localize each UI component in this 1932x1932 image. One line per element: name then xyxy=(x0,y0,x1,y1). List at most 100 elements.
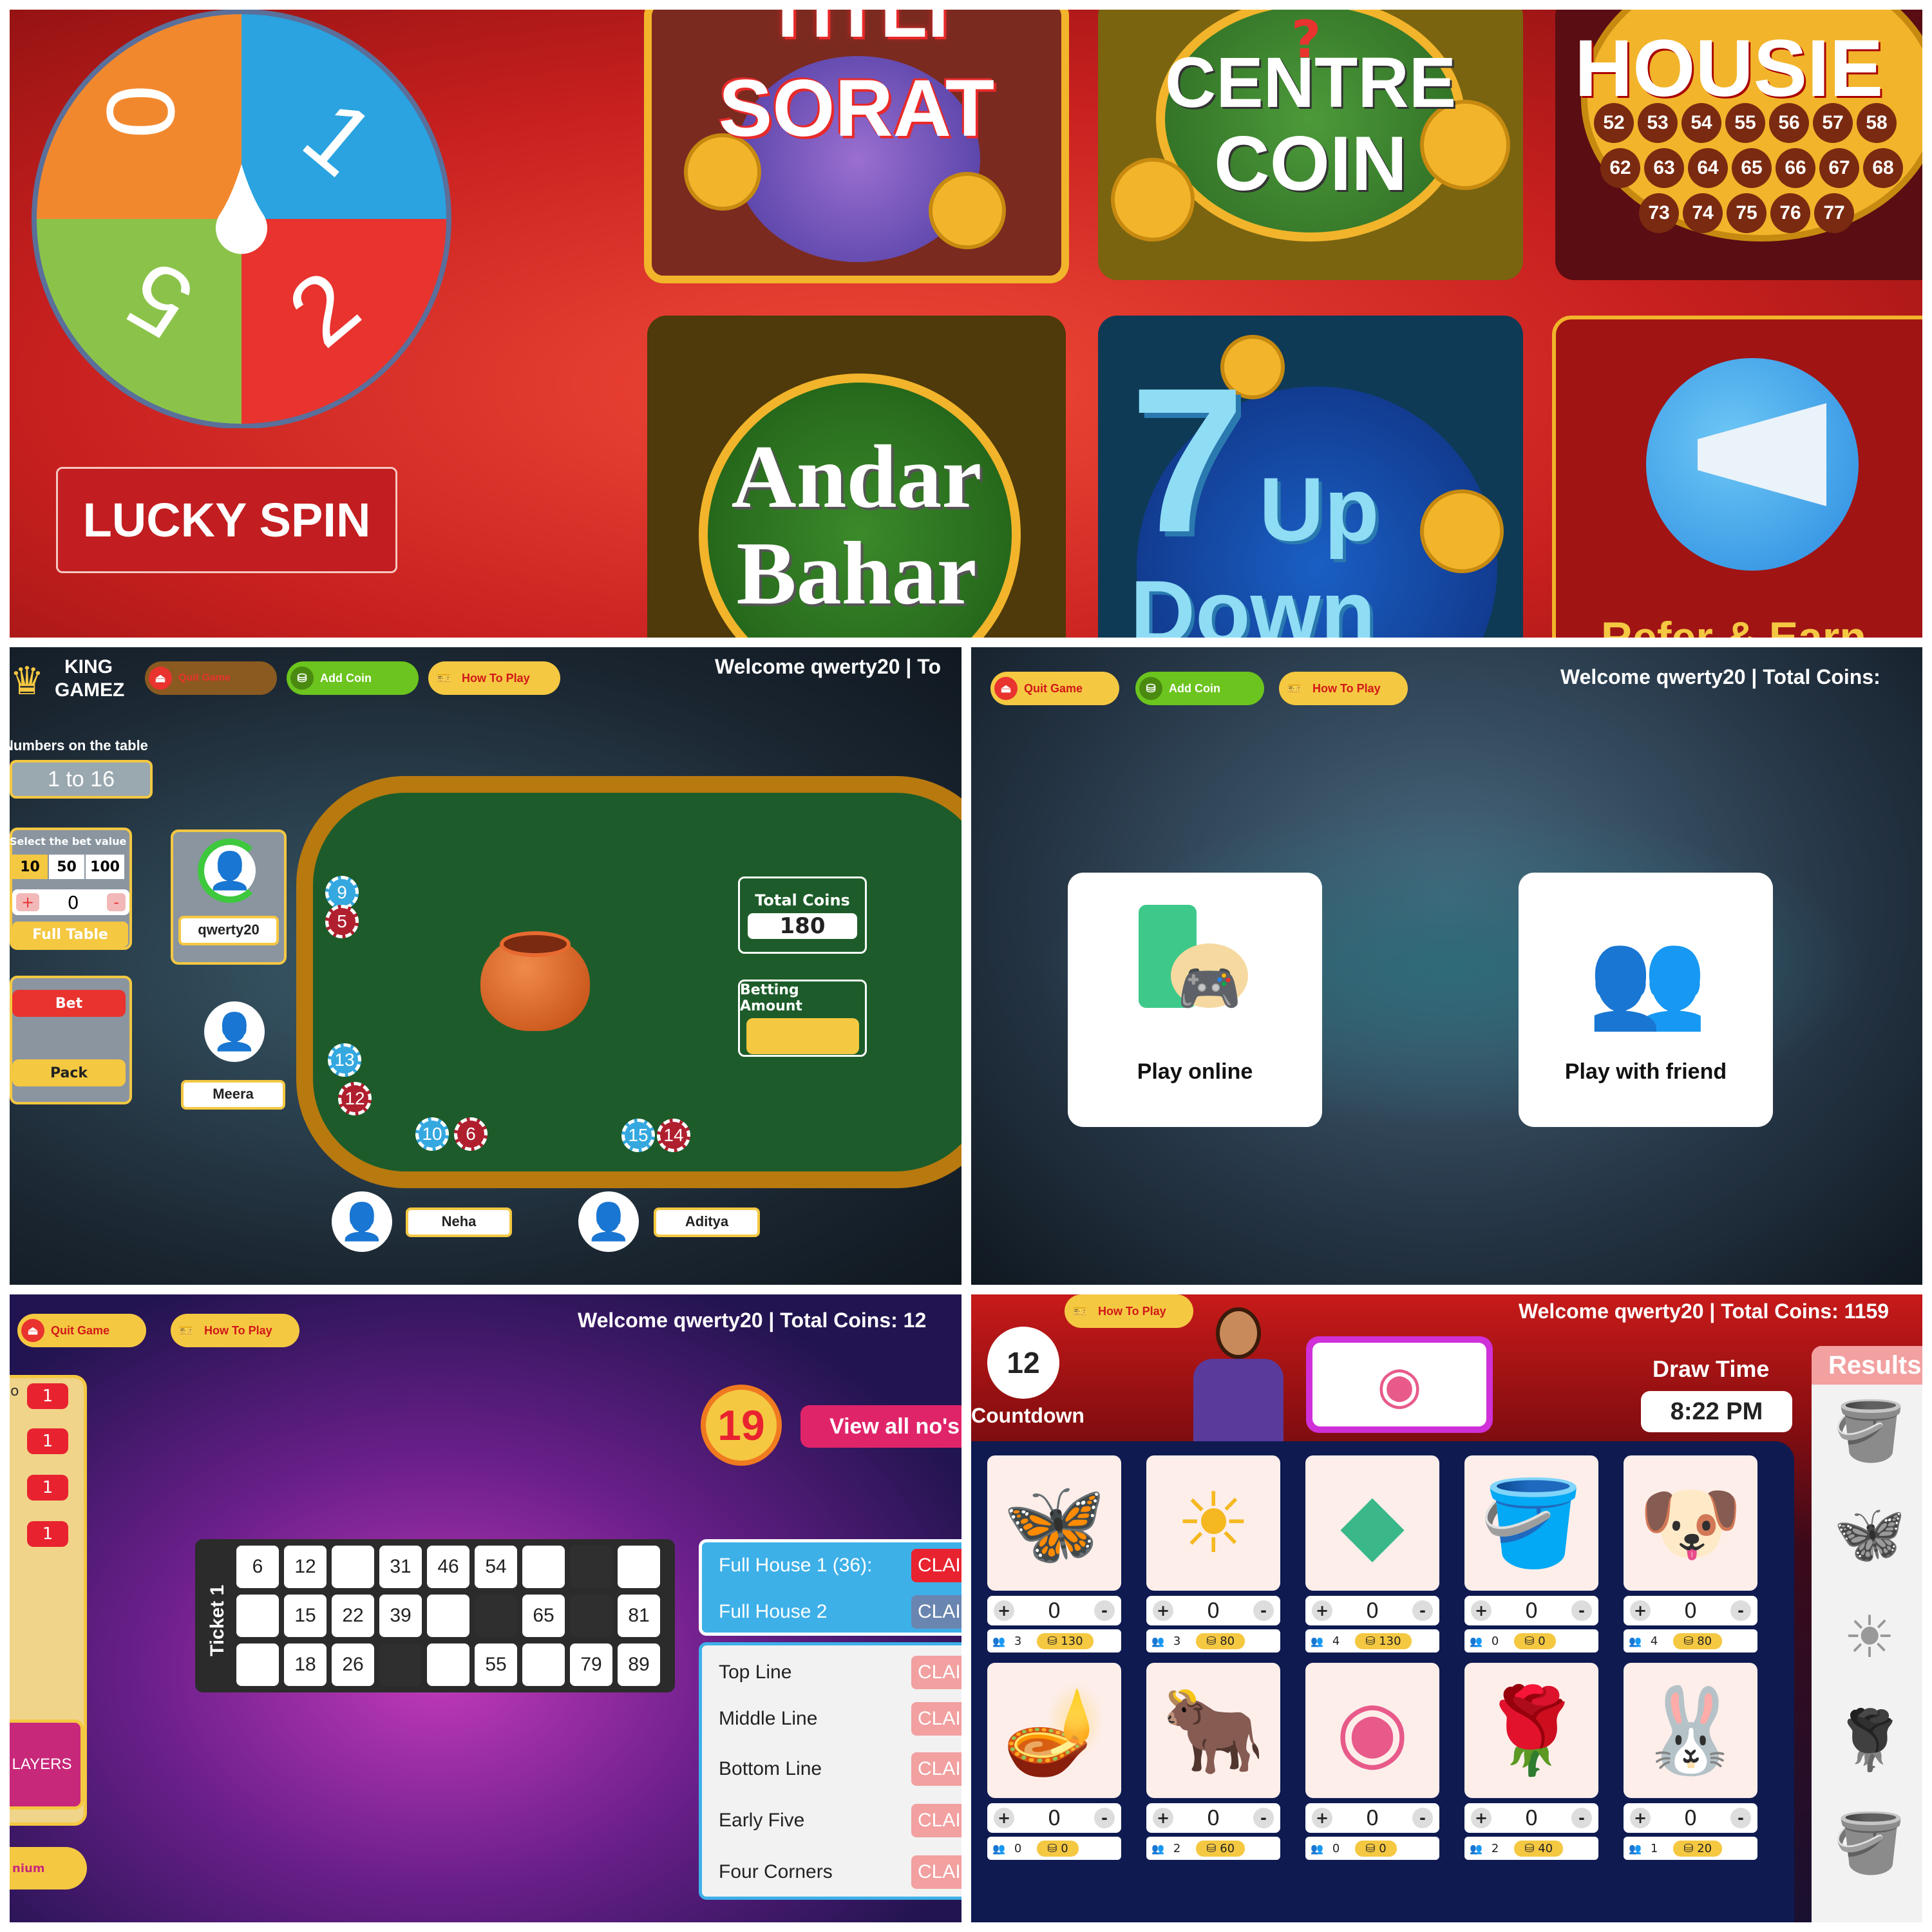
ticket-cell[interactable]: 12 xyxy=(284,1546,327,1588)
item-coins: ⛁ 80 xyxy=(1673,1633,1723,1649)
full-house-1-claim-button[interactable]: CLAIM xyxy=(911,1549,961,1582)
stepper-plus[interactable]: + xyxy=(16,893,40,911)
bet-value-10[interactable]: 10 xyxy=(12,855,48,879)
pack-button[interactable]: Pack xyxy=(12,1059,126,1086)
minus-button[interactable]: - xyxy=(1730,1600,1751,1621)
four-corners-claim-button[interactable]: CLAIM xyxy=(911,1855,961,1889)
ticket-cell[interactable]: 26 xyxy=(332,1643,374,1686)
item-card-rabbit[interactable]: 🐰 xyxy=(1624,1663,1757,1798)
item-card-kite[interactable]: ◆ xyxy=(1305,1455,1439,1591)
how-to-play-button[interactable]: 🎫 How To Play xyxy=(1065,1294,1193,1328)
chip-6: 6 xyxy=(454,1117,488,1151)
ticket-cell[interactable]: 65 xyxy=(522,1595,565,1637)
ticket-cell[interactable]: 54 xyxy=(475,1546,517,1588)
item-players-count: 2 xyxy=(1173,1841,1181,1855)
plus-button[interactable]: + xyxy=(1471,1600,1492,1621)
ticket-cell[interactable]: 46 xyxy=(427,1546,469,1588)
ticket-cell[interactable]: 31 xyxy=(379,1546,422,1588)
plus-button[interactable]: + xyxy=(1312,1808,1332,1828)
ticket-cell[interactable]: 39 xyxy=(379,1595,422,1637)
middle-line-claim-button[interactable]: CLAIM xyxy=(911,1702,961,1736)
tile-centre-coin[interactable]: ? CENTRE COIN xyxy=(1098,10,1523,280)
ticket-cell[interactable]: 55 xyxy=(475,1643,517,1686)
how-to-play-button[interactable]: 🎫 How To Play xyxy=(428,661,560,695)
plus-button[interactable]: + xyxy=(994,1808,1014,1828)
kite-icon: ◆ xyxy=(1340,1474,1405,1572)
item-card-top[interactable]: ◉ xyxy=(1305,1663,1439,1798)
plus-button[interactable]: + xyxy=(1630,1600,1651,1621)
bet-value-100[interactable]: 100 xyxy=(86,855,124,879)
ticket-cell[interactable]: 81 xyxy=(618,1595,660,1637)
ticket-cell[interactable]: 18 xyxy=(284,1643,327,1686)
full-table-button[interactable]: Full Table xyxy=(12,922,128,947)
minus-button[interactable]: - xyxy=(1094,1600,1115,1621)
draw-time-label: Draw Time xyxy=(1653,1356,1770,1382)
tile-refer-earn[interactable]: Refer & Earn xyxy=(1552,316,1922,638)
add-coin-button[interactable]: ⛁ Add Coin xyxy=(1135,672,1264,705)
players-label: LAYERS xyxy=(12,1756,72,1773)
plus-button[interactable]: + xyxy=(1153,1600,1173,1621)
betting-amount-field[interactable] xyxy=(746,1018,859,1054)
bottom-line-claim-button[interactable]: CLAIM xyxy=(911,1752,961,1786)
ticket-cell[interactable]: 15 xyxy=(284,1595,327,1637)
housie-number: 66 xyxy=(1776,148,1815,188)
tile-7-up-down[interactable]: 7 Up Down xyxy=(1098,316,1523,638)
how-to-play-button[interactable]: 🎫 How To Play xyxy=(171,1314,299,1347)
housie-number: 76 xyxy=(1770,193,1810,233)
ticket-cell[interactable]: 79 xyxy=(570,1643,612,1686)
ticket-cell[interactable]: 6 xyxy=(236,1546,279,1588)
minus-button[interactable]: - xyxy=(1253,1600,1274,1621)
plus-button[interactable]: + xyxy=(1471,1808,1492,1828)
premium-button[interactable]: nium xyxy=(10,1847,87,1889)
minus-button[interactable]: - xyxy=(1571,1600,1592,1621)
ticket-cell xyxy=(570,1595,612,1637)
play-online-button[interactable]: 🎮 Play online xyxy=(1068,873,1322,1127)
view-all-numbers-button[interactable]: View all no's xyxy=(800,1405,961,1448)
item-coins: ⛁ 80 xyxy=(1196,1633,1245,1649)
item-card-bull[interactable]: 🐂 xyxy=(1146,1663,1280,1798)
ticket-cell[interactable]: 22 xyxy=(332,1595,374,1637)
tile-titli-sorat[interactable]: TITLI SORAT xyxy=(644,10,1069,283)
plus-button[interactable]: + xyxy=(1630,1808,1651,1828)
plus-button[interactable]: + xyxy=(1153,1808,1173,1828)
welcome-text: Welcome qwerty20 | Total Coins: 12 xyxy=(578,1309,927,1332)
how-to-play-label: How To Play xyxy=(1098,1304,1166,1318)
plus-button[interactable]: + xyxy=(1312,1600,1332,1621)
minus-button[interactable]: - xyxy=(1412,1808,1433,1828)
tile-andar-bahar[interactable]: Andar Bahar xyxy=(647,316,1066,638)
bet-button[interactable]: Bet xyxy=(12,990,126,1017)
item-card-sun[interactable]: ☀ xyxy=(1146,1455,1280,1591)
minus-button[interactable]: - xyxy=(1571,1808,1592,1828)
bull-icon: 🐂 xyxy=(1161,1681,1265,1779)
stepper-minus[interactable]: - xyxy=(107,893,126,911)
ticket-cell[interactable]: 89 xyxy=(618,1643,660,1686)
quit-game-button[interactable]: ⏏ Quit Game xyxy=(17,1314,146,1347)
item-players-count: 3 xyxy=(1014,1634,1022,1648)
play-with-friend-button[interactable]: 👥 Play with friend xyxy=(1519,873,1773,1127)
item-card-bucket[interactable]: 🪣 xyxy=(1464,1455,1598,1591)
minus-button[interactable]: - xyxy=(1412,1600,1433,1621)
plus-button[interactable]: + xyxy=(994,1600,1014,1621)
item-card-diya[interactable]: 🪔 xyxy=(987,1663,1121,1798)
minus-button[interactable]: - xyxy=(1094,1808,1115,1828)
coin-icon: ⛁ xyxy=(1365,1634,1376,1648)
minus-button[interactable]: - xyxy=(1730,1808,1751,1828)
top-line-claim-button[interactable]: CLAIM xyxy=(911,1656,961,1689)
add-coin-button[interactable]: ⛁ Add Coin xyxy=(287,661,419,695)
item-card-rose[interactable]: 🌹 xyxy=(1464,1663,1598,1798)
minus-button[interactable]: - xyxy=(1253,1808,1274,1828)
coin-icon: ⛁ xyxy=(1206,1634,1217,1648)
lucky-spin-button[interactable]: LUCKY SPIN xyxy=(56,467,397,573)
full-house-2-claim-button[interactable]: CLAIM xyxy=(911,1595,961,1629)
players-button[interactable]: LAYERS xyxy=(10,1719,84,1810)
bet-value-50[interactable]: 50 xyxy=(49,855,84,879)
item-card-butterfly[interactable]: 🦋 xyxy=(987,1455,1121,1591)
betting-board: 🦋 +0- 👥 3 ⛁ 130 ☀ +0- 👥 3 ⛁ 80 ◆ +0- 👥 4 ⛁ 130 🪣 +0- 👥 0 ⛁ … xyxy=(971,1441,1794,1922)
early-five-claim-button[interactable]: CLAIM xyxy=(911,1804,961,1837)
lucky-spin-wheel[interactable]: 0 1 5 2 xyxy=(26,10,457,428)
tile-housie[interactable]: 52 53 54 55 56 57 58 62 63 64 65 66 67 68 73 74 75 76 77… xyxy=(1555,10,1922,280)
quit-game-button[interactable]: ⏏ Quit Game xyxy=(990,672,1119,705)
how-to-play-button[interactable]: 🎫 How To Play xyxy=(1279,672,1408,705)
item-card-dog[interactable]: 🐶 xyxy=(1624,1455,1757,1591)
quit-game-button[interactable]: ⏏ Quit Game xyxy=(145,661,277,695)
